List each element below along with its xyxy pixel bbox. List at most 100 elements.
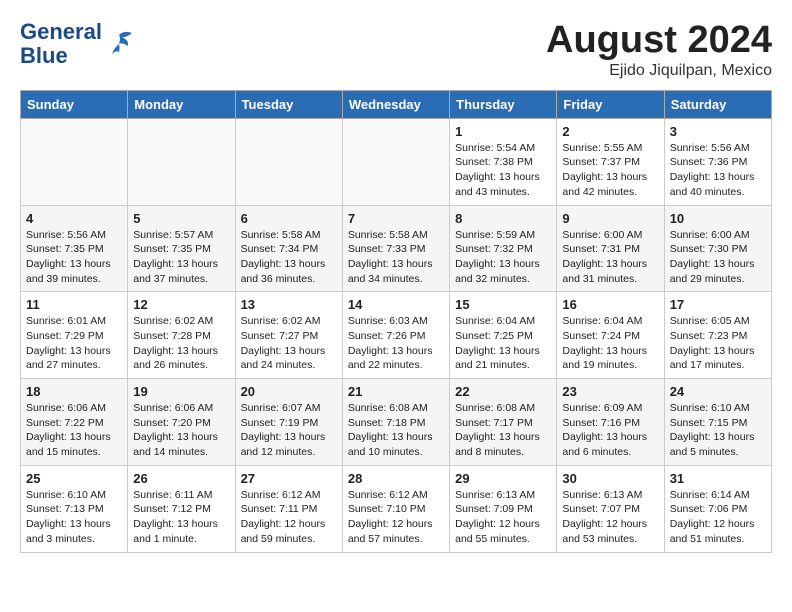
day-detail: Sunrise: 6:00 AM Sunset: 7:31 PM Dayligh… [562,228,658,287]
logo-text: GeneralBlue [20,20,102,68]
weekday-header-cell: Friday [557,90,664,118]
day-number: 15 [455,297,551,312]
calendar-week-row: 25Sunrise: 6:10 AM Sunset: 7:13 PM Dayli… [21,465,772,552]
day-number: 22 [455,384,551,399]
day-detail: Sunrise: 6:02 AM Sunset: 7:27 PM Dayligh… [241,314,337,373]
calendar-day-cell: 26 Sunrise: 6:11 AM Sunset: 7:12 PM Dayli… [128,465,235,552]
calendar-day-cell: 30Sunrise: 6:13 AM Sunset: 7:07 PM Dayli… [557,465,664,552]
calendar-day-cell: 14 Sunrise: 6:03 AM Sunset: 7:26 PM Dayli… [342,292,449,379]
day-number: 8 [455,211,551,226]
day-detail: Sunrise: 6:06 AM Sunset: 7:20 PM Dayligh… [133,401,229,460]
weekday-header-cell: Tuesday [235,90,342,118]
day-number: 7 [348,211,444,226]
day-detail: Sunrise: 6:06 AM Sunset: 7:22 PM Dayligh… [26,401,122,460]
day-detail: Sunrise: 6:12 AM Sunset: 7:11 PM Dayligh… [241,488,337,547]
day-number: 12 [133,297,229,312]
day-detail: Sunrise: 5:54 AM Sunset: 7:38 PM Dayligh… [455,141,551,200]
day-detail: Sunrise: 6:13 AM Sunset: 7:09 PM Dayligh… [455,488,551,547]
day-detail: Sunrise: 6:09 AM Sunset: 7:16 PM Dayligh… [562,401,658,460]
weekday-header-cell: Saturday [664,90,771,118]
day-number: 27 [241,471,337,486]
day-number: 5 [133,211,229,226]
calendar-day-cell: 24 Sunrise: 6:10 AM Sunset: 7:15 PM Dayli… [664,379,771,466]
day-number: 31 [670,471,766,486]
calendar-day-cell: 4 Sunrise: 5:56 AM Sunset: 7:35 PM Daylig… [21,205,128,292]
day-number: 14 [348,297,444,312]
location-subtitle: Ejido Jiquilpan, Mexico [546,62,772,80]
calendar-day-cell: 29 Sunrise: 6:13 AM Sunset: 7:09 PM Dayli… [450,465,557,552]
calendar-day-cell: 19 Sunrise: 6:06 AM Sunset: 7:20 PM Dayli… [128,379,235,466]
day-detail: Sunrise: 6:02 AM Sunset: 7:28 PM Dayligh… [133,314,229,373]
day-detail: Sunrise: 5:58 AM Sunset: 7:34 PM Dayligh… [241,228,337,287]
weekday-header-cell: Sunday [21,90,128,118]
day-detail: Sunrise: 6:08 AM Sunset: 7:18 PM Dayligh… [348,401,444,460]
month-year-title: August 2024 [546,20,772,62]
calendar-day-cell: 6Sunrise: 5:58 AM Sunset: 7:34 PM Daylig… [235,205,342,292]
calendar-day-cell: 20Sunrise: 6:07 AM Sunset: 7:19 PM Dayli… [235,379,342,466]
day-detail: Sunrise: 6:04 AM Sunset: 7:24 PM Dayligh… [562,314,658,373]
day-number: 9 [562,211,658,226]
day-number: 18 [26,384,122,399]
day-number: 26 [133,471,229,486]
logo: GeneralBlue [20,20,134,68]
calendar-body: 1Sunrise: 5:54 AM Sunset: 7:38 PM Daylig… [21,118,772,552]
calendar-day-cell: 1Sunrise: 5:54 AM Sunset: 7:38 PM Daylig… [450,118,557,205]
day-number: 20 [241,384,337,399]
day-number: 11 [26,297,122,312]
calendar-day-cell [21,118,128,205]
title-block: August 2024 Ejido Jiquilpan, Mexico [546,20,772,80]
day-detail: Sunrise: 6:10 AM Sunset: 7:15 PM Dayligh… [670,401,766,460]
calendar-day-cell: 21 Sunrise: 6:08 AM Sunset: 7:18 PM Dayli… [342,379,449,466]
calendar-day-cell: 16Sunrise: 6:04 AM Sunset: 7:24 PM Dayli… [557,292,664,379]
calendar-day-cell: 3 Sunrise: 5:56 AM Sunset: 7:36 PM Daylig… [664,118,771,205]
day-number: 30 [562,471,658,486]
calendar-day-cell: 18 Sunrise: 6:06 AM Sunset: 7:22 PM Dayli… [21,379,128,466]
day-number: 2 [562,124,658,139]
day-detail: Sunrise: 6:04 AM Sunset: 7:25 PM Dayligh… [455,314,551,373]
calendar-day-cell: 25Sunrise: 6:10 AM Sunset: 7:13 PM Dayli… [21,465,128,552]
day-number: 17 [670,297,766,312]
calendar-week-row: 11 Sunrise: 6:01 AM Sunset: 7:29 PM Dayli… [21,292,772,379]
day-detail: Sunrise: 5:58 AM Sunset: 7:33 PM Dayligh… [348,228,444,287]
day-detail: Sunrise: 6:10 AM Sunset: 7:13 PM Dayligh… [26,488,122,547]
day-number: 3 [670,124,766,139]
weekday-header-cell: Thursday [450,90,557,118]
day-detail: Sunrise: 6:08 AM Sunset: 7:17 PM Dayligh… [455,401,551,460]
day-detail: Sunrise: 6:14 AM Sunset: 7:06 PM Dayligh… [670,488,766,547]
day-detail: Sunrise: 5:55 AM Sunset: 7:37 PM Dayligh… [562,141,658,200]
calendar-day-cell: 15 Sunrise: 6:04 AM Sunset: 7:25 PM Dayli… [450,292,557,379]
calendar-day-cell [342,118,449,205]
day-detail: Sunrise: 6:01 AM Sunset: 7:29 PM Dayligh… [26,314,122,373]
day-number: 21 [348,384,444,399]
day-detail: Sunrise: 6:12 AM Sunset: 7:10 PM Dayligh… [348,488,444,547]
day-detail: Sunrise: 5:57 AM Sunset: 7:35 PM Dayligh… [133,228,229,287]
calendar-day-cell: 12 Sunrise: 6:02 AM Sunset: 7:28 PM Dayli… [128,292,235,379]
logo-bird-icon [104,30,134,58]
day-detail: Sunrise: 6:11 AM Sunset: 7:12 PM Dayligh… [133,488,229,547]
day-detail: Sunrise: 5:59 AM Sunset: 7:32 PM Dayligh… [455,228,551,287]
calendar-day-cell [235,118,342,205]
calendar-day-cell: 8 Sunrise: 5:59 AM Sunset: 7:32 PM Daylig… [450,205,557,292]
day-number: 24 [670,384,766,399]
day-number: 19 [133,384,229,399]
calendar-day-cell: 22 Sunrise: 6:08 AM Sunset: 7:17 PM Dayli… [450,379,557,466]
calendar-day-cell: 23Sunrise: 6:09 AM Sunset: 7:16 PM Dayli… [557,379,664,466]
day-detail: Sunrise: 5:56 AM Sunset: 7:35 PM Dayligh… [26,228,122,287]
calendar-day-cell: 7 Sunrise: 5:58 AM Sunset: 7:33 PM Daylig… [342,205,449,292]
day-detail: Sunrise: 6:00 AM Sunset: 7:30 PM Dayligh… [670,228,766,287]
calendar-day-cell [128,118,235,205]
day-detail: Sunrise: 6:05 AM Sunset: 7:23 PM Dayligh… [670,314,766,373]
calendar-day-cell: 10 Sunrise: 6:00 AM Sunset: 7:30 PM Dayli… [664,205,771,292]
day-detail: Sunrise: 5:56 AM Sunset: 7:36 PM Dayligh… [670,141,766,200]
day-number: 29 [455,471,551,486]
calendar-day-cell: 28Sunrise: 6:12 AM Sunset: 7:10 PM Dayli… [342,465,449,552]
weekday-header-cell: Wednesday [342,90,449,118]
calendar-day-cell: 11 Sunrise: 6:01 AM Sunset: 7:29 PM Dayli… [21,292,128,379]
calendar-day-cell: 5 Sunrise: 5:57 AM Sunset: 7:35 PM Daylig… [128,205,235,292]
day-detail: Sunrise: 6:03 AM Sunset: 7:26 PM Dayligh… [348,314,444,373]
calendar-day-cell: 9 Sunrise: 6:00 AM Sunset: 7:31 PM Daylig… [557,205,664,292]
calendar-day-cell: 2 Sunrise: 5:55 AM Sunset: 7:37 PM Daylig… [557,118,664,205]
day-number: 4 [26,211,122,226]
page-header: GeneralBlue August 2024 Ejido Jiquilpan,… [20,20,772,80]
day-number: 10 [670,211,766,226]
